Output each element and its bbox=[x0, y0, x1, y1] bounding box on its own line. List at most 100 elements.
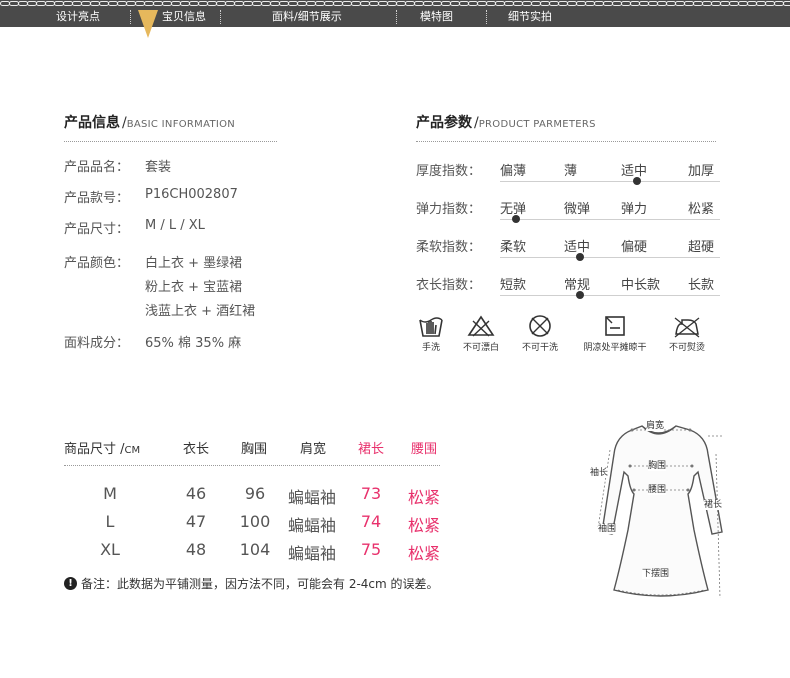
chain-link bbox=[783, 0, 790, 6]
label-hem: 下摆围 bbox=[642, 569, 670, 579]
product-params-divider bbox=[416, 141, 716, 142]
param-scale-line bbox=[500, 219, 720, 220]
product-info-title-text: 产品信息 bbox=[64, 115, 120, 131]
label-skirt-length: 裙长 bbox=[704, 500, 723, 510]
care-label-no-iron: 不可熨烫 bbox=[668, 343, 705, 353]
info-label-name: 产品品名： bbox=[64, 160, 130, 175]
care-label-hand-wash: 手洗 bbox=[421, 343, 440, 353]
hand-wash-icon bbox=[419, 317, 443, 337]
param-option: 适中 bbox=[621, 164, 648, 179]
param-option: 偏薄 bbox=[500, 164, 527, 179]
param-option: 松紧 bbox=[688, 202, 715, 217]
param-option: 薄 bbox=[564, 164, 578, 179]
nav-separator bbox=[486, 10, 487, 24]
param-option: 微弹 bbox=[564, 202, 591, 217]
nav-product-info[interactable]: 宝贝信息 bbox=[162, 9, 206, 25]
nav-separator bbox=[396, 10, 397, 24]
col-header-chest: 胸围 bbox=[241, 442, 268, 457]
table-cell: 96 bbox=[244, 484, 266, 503]
nav-design-highlights[interactable]: 设计亮点 bbox=[56, 9, 100, 25]
table-cell: 蝙蝠袖 bbox=[287, 516, 337, 535]
dress-diagram: 肩宽 胸围 袖长 腰围 袖围 裙长 下摆围 bbox=[590, 410, 730, 602]
info-value-color-2: 粉上衣 + 宝蓝裙 bbox=[145, 280, 243, 295]
chain-border bbox=[0, 0, 790, 6]
product-info-title-en: BASIC INFORMATION bbox=[126, 119, 236, 130]
col-header-shoulder: 肩宽 bbox=[300, 442, 327, 457]
no-iron-icon bbox=[674, 317, 700, 338]
nav-detail-photos[interactable]: 细节实拍 bbox=[508, 9, 552, 25]
info-label-style-no: 产品款号： bbox=[64, 191, 130, 206]
table-cell: 松紧 bbox=[407, 516, 441, 535]
size-cell: XL bbox=[100, 540, 120, 559]
product-params-title-en: PRODUCT PARMETERS bbox=[478, 119, 596, 130]
col-header-waist: 腰围 bbox=[411, 442, 438, 457]
param-option: 短款 bbox=[500, 278, 527, 293]
info-value-name: 套装 bbox=[145, 160, 172, 175]
param-option: 加厚 bbox=[688, 164, 715, 179]
param-selected-marker bbox=[633, 177, 641, 185]
table-cell: 74 bbox=[360, 512, 382, 531]
product-info-divider bbox=[64, 141, 277, 142]
info-value-color-1: 白上衣 + 墨绿裙 bbox=[145, 256, 243, 271]
size-table-unit: CM bbox=[124, 445, 141, 456]
table-cell: 蝙蝠袖 bbox=[287, 544, 337, 563]
param-label: 柔软指数： bbox=[416, 240, 482, 255]
care-no-dry-clean: 不可干洗 bbox=[518, 314, 562, 353]
product-info-title: 产品信息/BASIC INFORMATION bbox=[64, 112, 235, 132]
dry-flat-shade-icon bbox=[605, 316, 625, 336]
param-option: 超硬 bbox=[688, 240, 715, 255]
param-selected-marker bbox=[576, 253, 584, 261]
nav-fabric-details[interactable]: 面料/细节展示 bbox=[272, 9, 342, 25]
measurement-note-text: 备注：此数据为平铺测量，因方法不同，可能会有 2-4cm 的误差。 bbox=[81, 577, 439, 591]
param-scale-line bbox=[500, 257, 720, 258]
info-label-color: 产品颜色： bbox=[64, 256, 130, 271]
size-table-title: 商品尺寸 /CM bbox=[64, 438, 140, 457]
top-nav: 设计亮点 宝贝信息 面料/细节展示 模特图 细节实拍 bbox=[0, 0, 790, 27]
param-option: 无弹 bbox=[500, 202, 527, 217]
nav-active-indicator bbox=[138, 10, 158, 38]
label-waist: 腰围 bbox=[648, 485, 667, 495]
info-label-fabric: 面料成分： bbox=[64, 336, 130, 351]
param-selected-marker bbox=[512, 215, 520, 223]
care-no-iron: 不可熨烫 bbox=[664, 314, 710, 353]
table-cell: 75 bbox=[360, 540, 382, 559]
care-label-no-bleach: 不可漂白 bbox=[462, 343, 499, 353]
care-hand-wash: 手洗 bbox=[418, 314, 444, 353]
param-row: 厚度指数： 偏薄 薄 适中 加厚 bbox=[416, 160, 721, 190]
table-cell: 100 bbox=[239, 512, 271, 531]
size-cell: M bbox=[103, 484, 117, 503]
care-no-bleach: 不可漂白 bbox=[459, 314, 503, 353]
param-row: 弹力指数： 无弹 微弹 弹力 松紧 bbox=[416, 198, 721, 228]
param-label: 弹力指数： bbox=[416, 202, 482, 217]
care-label-no-dry-clean: 不可干洗 bbox=[521, 343, 558, 353]
table-cell: 48 bbox=[185, 540, 207, 559]
nav-model-photos[interactable]: 模特图 bbox=[420, 9, 453, 25]
size-cell: L bbox=[105, 512, 115, 531]
table-cell: 蝙蝠袖 bbox=[287, 488, 337, 507]
param-selected-marker bbox=[576, 291, 584, 299]
param-option: 柔软 bbox=[500, 240, 527, 255]
param-option: 常规 bbox=[564, 278, 591, 293]
param-option: 弹力 bbox=[621, 202, 648, 217]
info-value-fabric: 65% 棉 35% 麻 bbox=[145, 336, 242, 351]
param-row: 柔软指数： 柔软 适中 偏硬 超硬 bbox=[416, 236, 721, 266]
no-bleach-icon bbox=[467, 315, 495, 337]
measurement-note: ! 备注：此数据为平铺测量，因方法不同，可能会有 2-4cm 的误差。 bbox=[64, 575, 439, 592]
col-header-skirt-length: 裙长 bbox=[358, 442, 385, 457]
param-option: 偏硬 bbox=[621, 240, 648, 255]
param-label: 厚度指数： bbox=[416, 164, 482, 179]
label-shoulder: 肩宽 bbox=[646, 421, 665, 431]
label-sleeve: 袖长 bbox=[590, 468, 609, 478]
param-scale-line bbox=[500, 295, 720, 296]
table-cell: 松紧 bbox=[407, 544, 441, 563]
product-params-title-text: 产品参数 bbox=[416, 115, 472, 131]
no-dry-clean-icon bbox=[529, 315, 551, 337]
care-label-dry-flat-shade: 阴凉处平摊晾干 bbox=[583, 343, 647, 353]
info-value-color-3: 浅蓝上衣 + 酒红裙 bbox=[145, 304, 256, 319]
param-row: 衣长指数： 短款 常规 中长款 长款 bbox=[416, 274, 721, 304]
info-value-style-no: P16CH002807 bbox=[145, 187, 238, 202]
param-option: 适中 bbox=[564, 240, 591, 255]
table-cell: 73 bbox=[360, 484, 382, 503]
size-table-divider bbox=[64, 465, 440, 466]
param-option: 中长款 bbox=[621, 278, 661, 293]
